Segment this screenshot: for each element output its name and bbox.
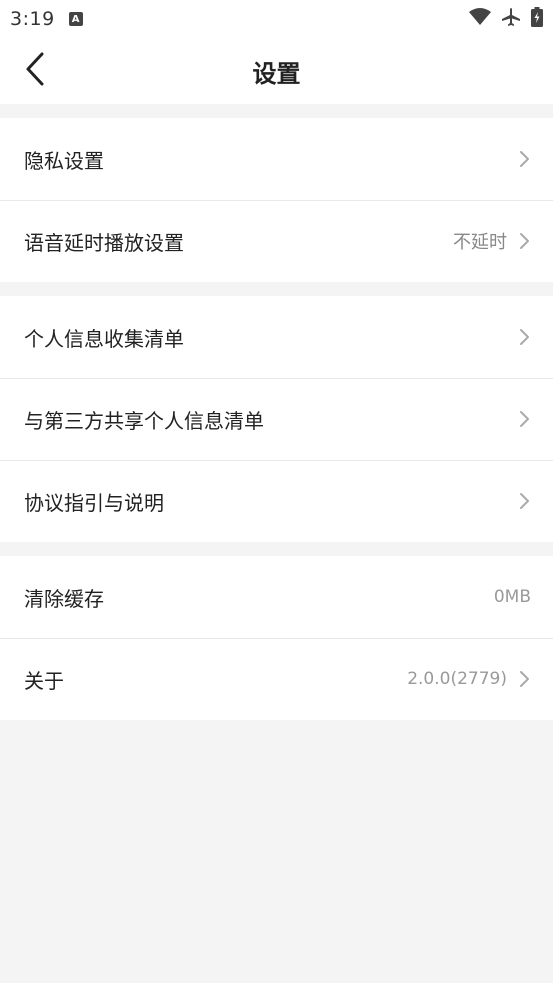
settings-item-label: 个人信息收集清单: [24, 326, 184, 351]
settings-item-label: 隐私设置: [24, 148, 104, 173]
section-divider: [0, 282, 553, 296]
back-button[interactable]: [18, 51, 52, 91]
app-header: 设置: [0, 38, 553, 104]
settings-item-personal-info-list[interactable]: 个人信息收集清单: [0, 296, 553, 378]
settings-item-clear-cache[interactable]: 清除缓存 0MB: [0, 556, 553, 638]
settings-item-label: 语音延时播放设置: [24, 230, 184, 255]
page-title: 设置: [252, 59, 301, 88]
chevron-right-icon: [519, 410, 531, 428]
settings-item-third-party-share[interactable]: 与第三方共享个人信息清单: [0, 378, 553, 460]
settings-item-label: 协议指引与说明: [24, 490, 164, 515]
back-arrow-icon: [25, 52, 45, 90]
chevron-right-icon: [519, 232, 531, 250]
notification-a-icon: A: [68, 12, 83, 26]
settings-item-label: 与第三方共享个人信息清单: [24, 408, 264, 433]
chevron-right-icon: [519, 150, 531, 168]
cache-size-value: 0MB: [493, 587, 531, 607]
chevron-right-icon: [519, 492, 531, 510]
settings-item-label: 清除缓存: [24, 586, 104, 611]
chevron-right-icon: [519, 328, 531, 346]
settings-item-agreements[interactable]: 协议指引与说明: [0, 460, 553, 542]
settings-item-label: 关于: [24, 668, 64, 693]
status-bar: 3:19 A: [0, 0, 553, 38]
settings-group-privacy: 隐私设置 语音延时播放设置 不延时: [0, 118, 553, 282]
status-icons: [469, 0, 543, 38]
app-version-value: 2.0.0(2779): [407, 669, 507, 689]
settings-group-info: 个人信息收集清单 与第三方共享个人信息清单 协议指引与说明: [0, 296, 553, 542]
wifi-icon: [469, 8, 491, 30]
section-divider: [0, 542, 553, 556]
battery-charging-icon: [531, 7, 543, 31]
settings-group-app: 清除缓存 0MB 关于 2.0.0(2779): [0, 556, 553, 720]
settings-item-about[interactable]: 关于 2.0.0(2779): [0, 638, 553, 720]
settings-item-privacy[interactable]: 隐私设置: [0, 118, 553, 200]
settings-item-voice-delay[interactable]: 语音延时播放设置 不延时: [0, 200, 553, 282]
settings-item-value: 不延时: [453, 232, 507, 253]
section-divider: [0, 104, 553, 118]
status-time: 3:19: [10, 8, 55, 30]
airplane-icon: [501, 7, 521, 31]
chevron-right-icon: [519, 670, 531, 688]
